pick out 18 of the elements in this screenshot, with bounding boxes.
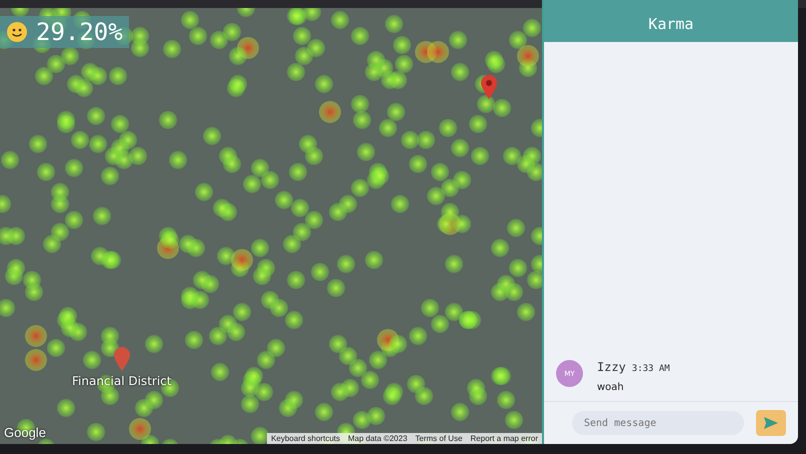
message-text: woah xyxy=(597,382,625,393)
attribution-link[interactable]: Map data ©2023 xyxy=(348,434,408,443)
place-label[interactable]: Financial District xyxy=(72,374,172,388)
chat-title: Karma xyxy=(544,0,798,42)
map-photo-placeholder[interactable]: 29.20% Financial District Google Keyboard shortcuts Map data ©2023 Terms of Use Report a map error xyxy=(0,8,542,444)
send-icon xyxy=(764,417,778,429)
map-pin-icon[interactable] xyxy=(113,346,131,372)
message-time: 3:33 AM xyxy=(632,364,670,374)
attribution-link[interactable]: Keyboard shortcuts xyxy=(271,434,340,443)
attribution-link[interactable]: Terms of Use xyxy=(415,434,462,443)
message-input[interactable]: Send message xyxy=(572,411,744,435)
send-button[interactable] xyxy=(756,410,786,436)
attribution-link[interactable]: Report a map error xyxy=(470,434,538,443)
score-percentage: 29.20% xyxy=(36,18,123,46)
message-author: Izzy xyxy=(597,360,626,374)
smiley-icon xyxy=(6,21,28,43)
map-logo: Google xyxy=(4,425,46,440)
map-pin-icon[interactable] xyxy=(480,74,498,100)
